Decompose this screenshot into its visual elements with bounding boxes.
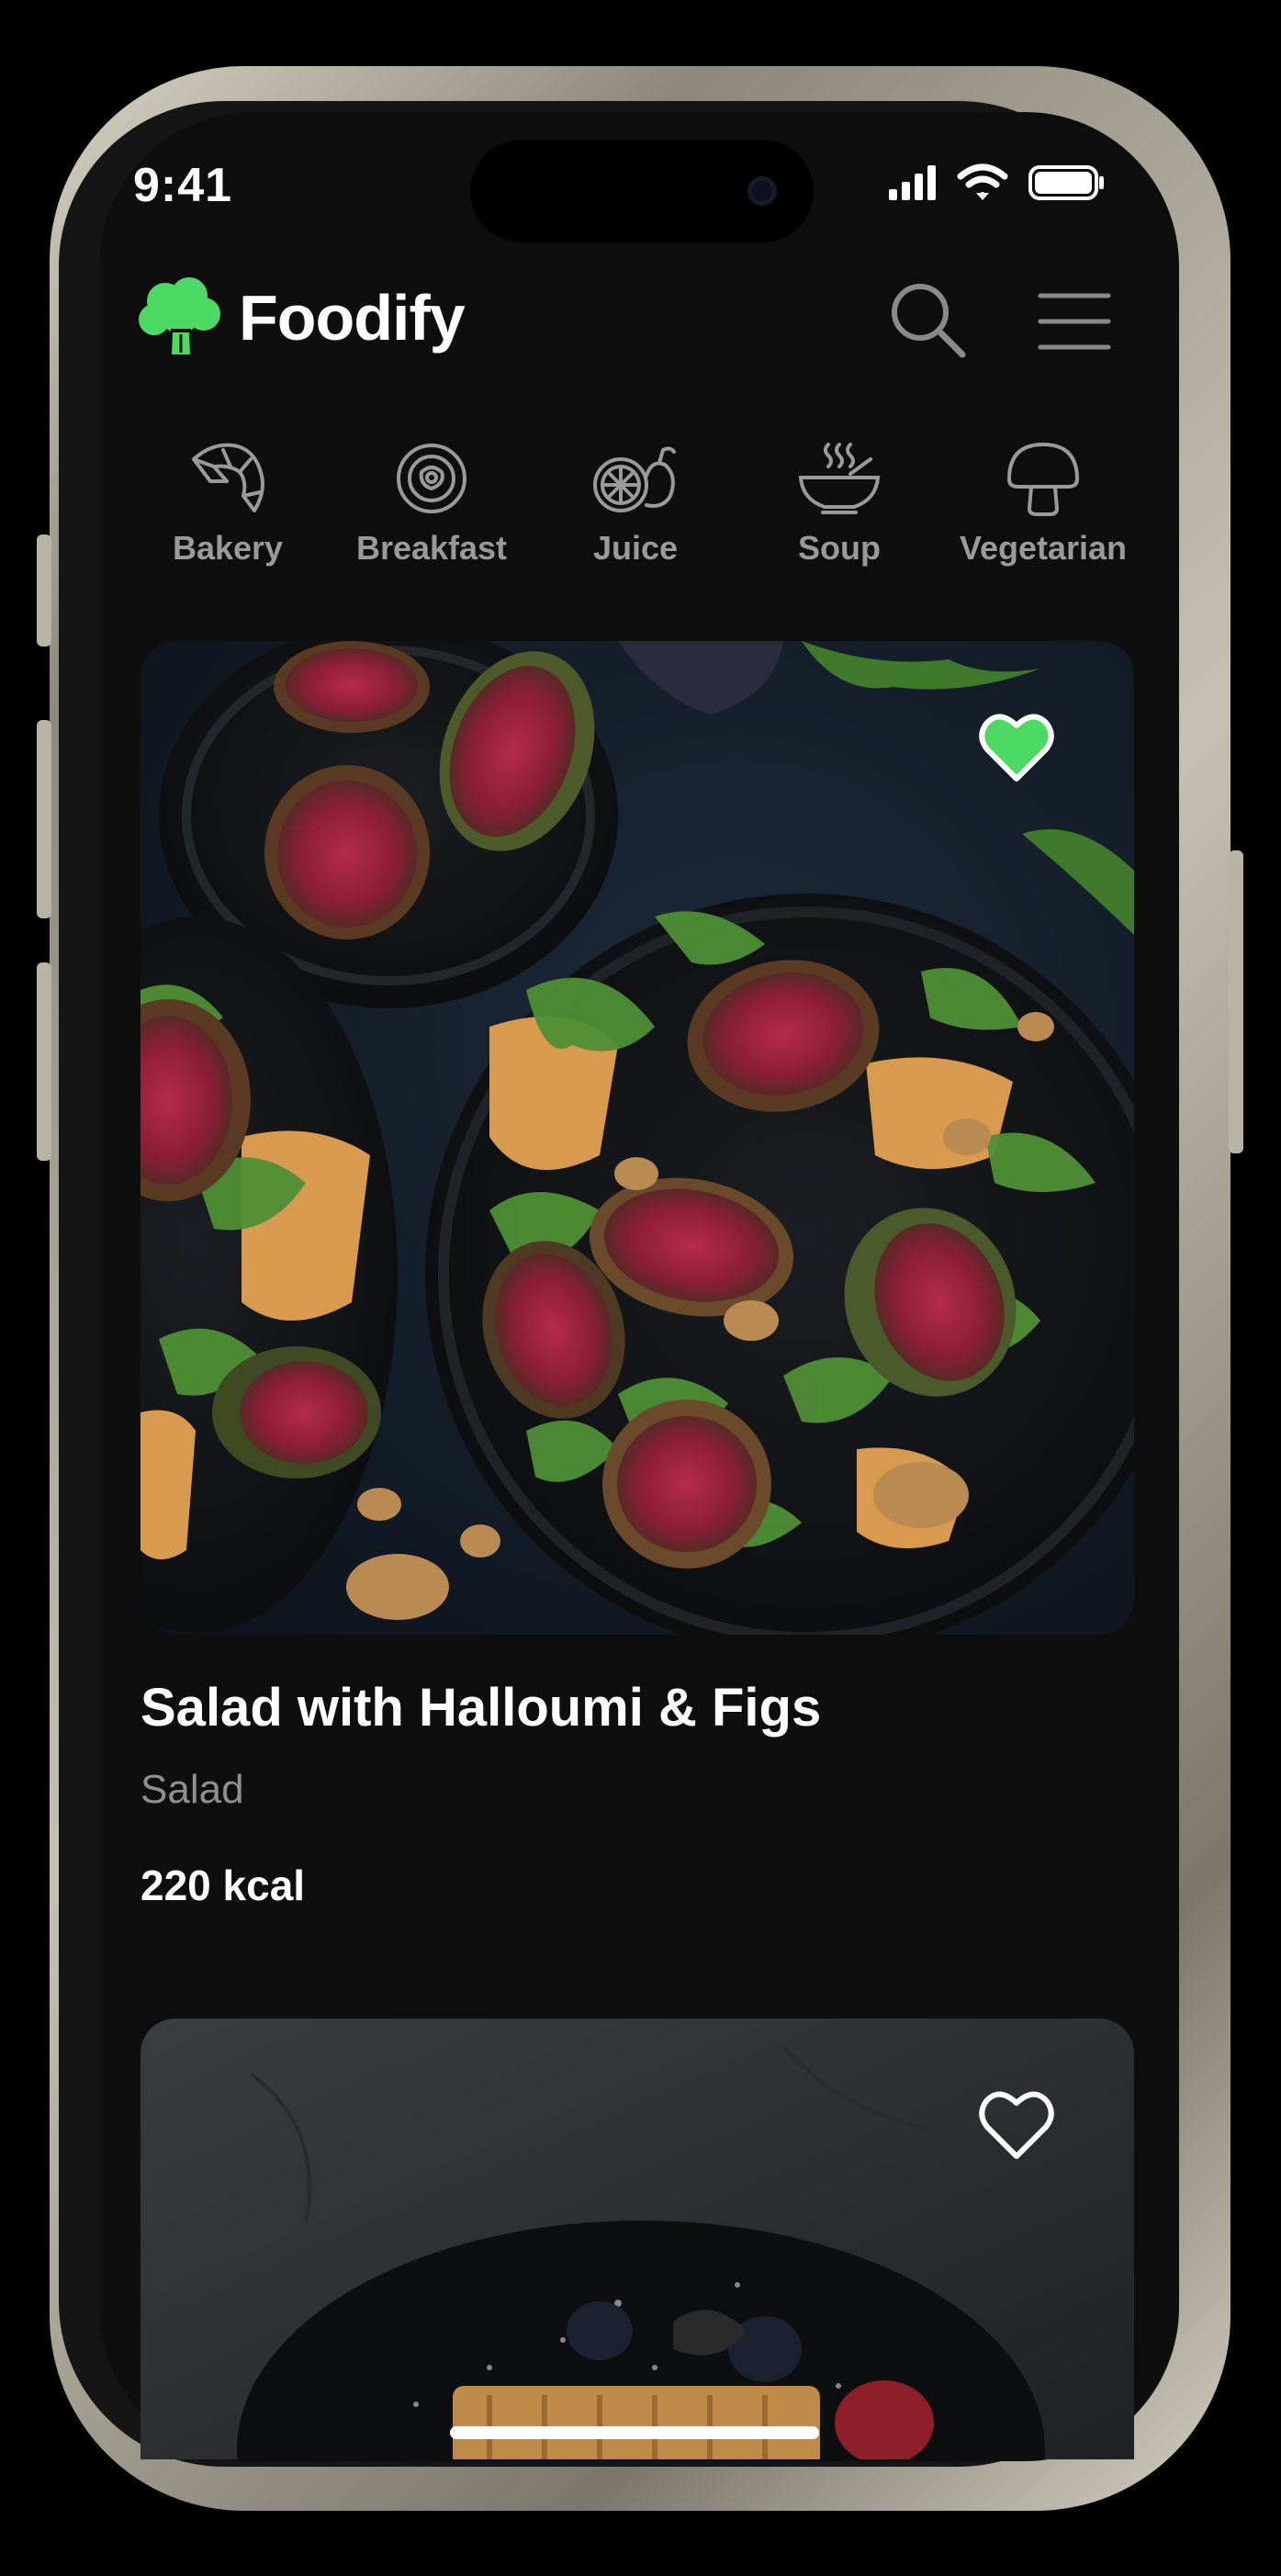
cellular-signal-icon — [889, 165, 936, 200]
recipe-image-halloumi-fig-salad[interactable] — [140, 641, 1134, 1635]
app-header: Foodify — [138, 276, 1126, 367]
salad-photo — [140, 641, 1134, 1635]
favorite-heart-outline-icon[interactable] — [979, 2090, 1054, 2160]
category-breakfast[interactable]: Breakfast — [340, 439, 523, 568]
search-button[interactable] — [889, 281, 966, 358]
waffle-photo — [140, 2019, 1134, 2459]
favorite-heart-icon[interactable] — [979, 713, 1054, 782]
category-label: Bakery — [172, 529, 284, 567]
front-camera — [747, 176, 777, 206]
category-label: Soup — [798, 529, 881, 567]
search-icon — [892, 284, 966, 358]
status-icons — [882, 162, 1106, 204]
app-name: Foodify — [239, 282, 466, 354]
croissant-icon — [192, 443, 264, 512]
status-time: 9:41 — [133, 159, 233, 212]
mushroom-icon — [1007, 443, 1079, 516]
volume-down-button — [37, 962, 51, 1161]
category-soup[interactable]: Soup — [747, 439, 931, 568]
broccoli-logo-icon — [139, 277, 220, 358]
power-button — [1229, 850, 1243, 1153]
menu-button[interactable] — [1038, 290, 1111, 353]
volume-up-button — [37, 720, 51, 918]
recipe-category: Salad — [140, 1767, 244, 1812]
action-button — [37, 534, 51, 647]
category-juice[interactable]: Juice — [544, 439, 727, 568]
category-bakery[interactable]: Bakery — [136, 439, 320, 568]
category-label: Juice — [592, 529, 679, 567]
category-vegetarian[interactable]: Vegetarian — [951, 439, 1135, 568]
dynamic-island — [470, 140, 814, 242]
plate-icon — [397, 444, 466, 513]
wifi-icon — [957, 163, 1008, 200]
recipe-calories: 220 kcal — [140, 1862, 306, 1909]
category-label: Vegetarian — [959, 529, 1128, 567]
category-label: Breakfast — [355, 529, 508, 567]
recipe-image-waffles[interactable] — [140, 2019, 1134, 2459]
hamburger-menu-icon — [1038, 293, 1111, 350]
recipe-title[interactable]: Salad with Halloumi & Figs — [140, 1677, 821, 1738]
citrus-icon — [593, 446, 676, 512]
home-indicator[interactable] — [450, 2426, 819, 2439]
soup-bowl-icon — [798, 443, 881, 514]
battery-icon — [1028, 165, 1104, 200]
